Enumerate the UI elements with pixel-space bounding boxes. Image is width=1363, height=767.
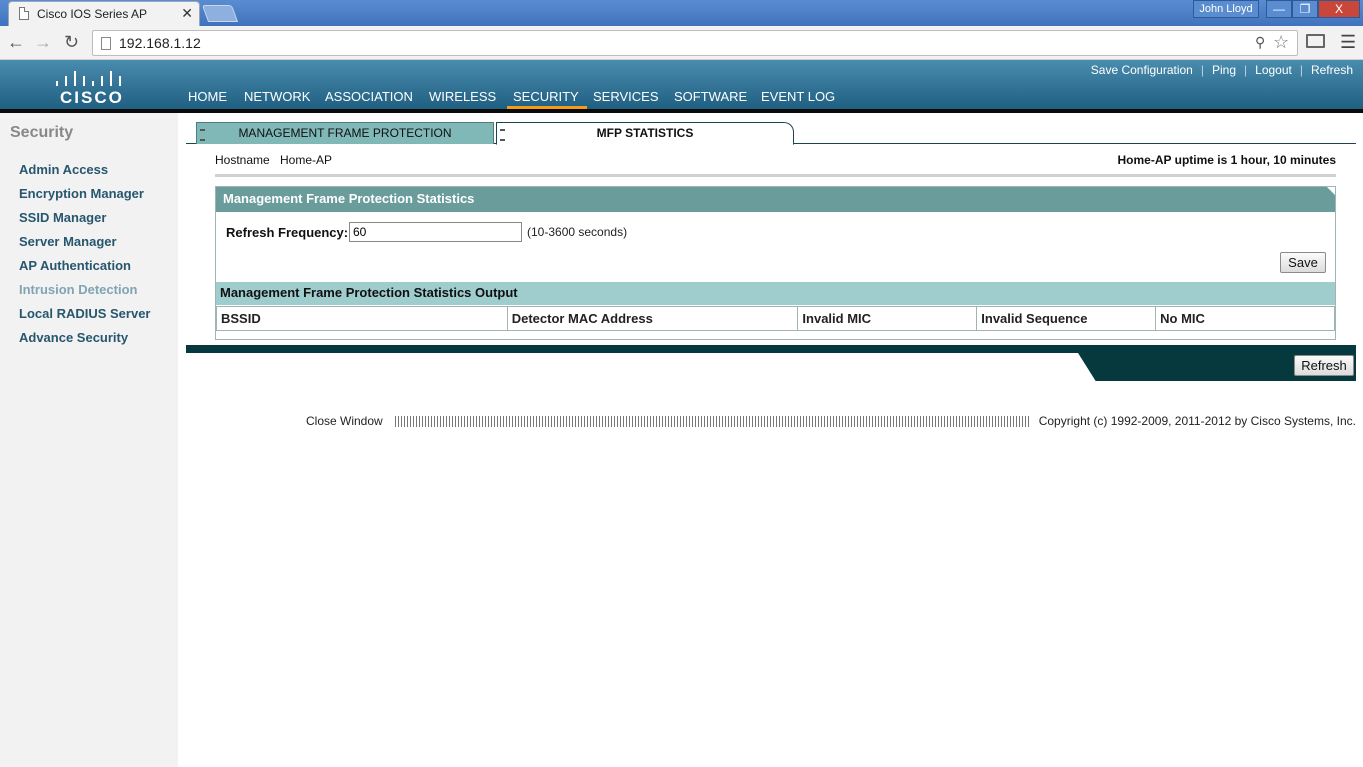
nav-event-log[interactable]: EVENT LOG xyxy=(761,89,835,104)
statistics-table: BSSID Detector MAC Address Invalid MIC I… xyxy=(216,306,1335,331)
address-bar[interactable]: 192.168.1.12 ⚲ ☆ xyxy=(92,30,1298,56)
logo-text: CISCO xyxy=(60,88,124,107)
close-window-icon[interactable]: X xyxy=(1318,0,1360,18)
browser-toolbar: ← → ↻ 192.168.1.12 ⚲ ☆ ☰ xyxy=(0,26,1363,60)
key-icon[interactable]: ⚲ xyxy=(1255,34,1265,51)
sidebar-item-admin-access[interactable]: Admin Access xyxy=(19,162,108,177)
page-icon xyxy=(19,7,29,20)
tab-grip-icon xyxy=(200,129,205,141)
col-no-mic: No MIC xyxy=(1155,306,1335,331)
profile-user-button[interactable]: John Lloyd xyxy=(1193,0,1259,18)
panel-title: Management Frame Protection Statistics xyxy=(216,187,1335,212)
nav-services[interactable]: SERVICES xyxy=(593,89,659,104)
copyright-text: Copyright (c) 1992-2009, 2011-2012 by Ci… xyxy=(1038,414,1356,428)
output-title: Management Frame Protection Statistics O… xyxy=(216,282,1335,305)
browser-tab[interactable]: Cisco IOS Series AP ✕ xyxy=(8,1,200,26)
nav-network[interactable]: NETWORK xyxy=(244,89,310,104)
page-icon xyxy=(101,37,111,50)
refresh-frequency-input[interactable] xyxy=(349,222,522,242)
back-arrow-icon[interactable]: ← xyxy=(7,32,25,53)
top-links: Save Configuration | Ping | Logout | Refresh xyxy=(1090,63,1353,77)
nav-software[interactable]: SOFTWARE xyxy=(674,89,747,104)
refresh-frequency-range: (10-3600 seconds) xyxy=(527,225,628,239)
bookmark-star-icon[interactable]: ☆ xyxy=(1273,32,1289,53)
browser-titlebar: Cisco IOS Series AP ✕ John Lloyd — ❐ X xyxy=(0,0,1363,26)
ping-link[interactable]: Ping xyxy=(1212,63,1236,77)
url-text: 192.168.1.12 xyxy=(119,35,201,51)
reload-icon[interactable]: ↻ xyxy=(64,32,79,53)
tab-label: MFP STATISTICS xyxy=(596,126,694,140)
tab-management-frame-protection[interactable]: MANAGEMENT FRAME PROTECTION xyxy=(196,122,494,144)
logout-link[interactable]: Logout xyxy=(1255,63,1292,77)
host-info: Hostname Home-AP Home-AP uptime is 1 hou… xyxy=(215,153,1336,177)
forward-arrow-icon[interactable]: → xyxy=(34,32,52,53)
tab-close-icon[interactable]: ✕ xyxy=(181,5,193,22)
tab-title: Cisco IOS Series AP xyxy=(37,7,148,21)
sidebar-item-ap-authentication[interactable]: AP Authentication xyxy=(19,258,131,273)
footer-bar xyxy=(186,345,1356,381)
col-invalid-mic: Invalid MIC xyxy=(797,306,978,331)
sidebar: Security Admin Access Encryption Manager… xyxy=(0,113,178,767)
sidebar-item-ssid-manager[interactable]: SSID Manager xyxy=(19,210,106,225)
nav-association[interactable]: ASSOCIATION xyxy=(325,89,413,104)
restore-icon[interactable]: ❐ xyxy=(1292,0,1318,18)
sidebar-item-intrusion-detection[interactable]: Intrusion Detection xyxy=(19,282,137,297)
nav-wireless[interactable]: WIRELESS xyxy=(429,89,496,104)
cast-icon[interactable] xyxy=(1306,34,1325,48)
hostname-label: Hostname xyxy=(215,153,270,167)
minimize-icon[interactable]: — xyxy=(1266,0,1292,18)
table-header-row: BSSID Detector MAC Address Invalid MIC I… xyxy=(216,306,1335,331)
tab-grip-icon xyxy=(500,129,505,141)
new-tab-button[interactable] xyxy=(201,5,239,22)
content-tabs: MANAGEMENT FRAME PROTECTION MFP STATISTI… xyxy=(186,122,1356,145)
cisco-logo: CISCO xyxy=(54,66,126,107)
tab-mfp-statistics[interactable]: MFP STATISTICS xyxy=(496,122,794,145)
nav-security[interactable]: SECURITY xyxy=(507,89,587,110)
sidebar-title: Security xyxy=(10,124,74,141)
mfp-statistics-panel: Management Frame Protection Statistics R… xyxy=(215,186,1336,340)
save-configuration-link[interactable]: Save Configuration xyxy=(1091,63,1193,77)
close-window-link[interactable]: Close Window xyxy=(306,414,383,428)
save-button[interactable]: Save xyxy=(1280,252,1326,273)
menu-icon[interactable]: ☰ xyxy=(1340,32,1356,53)
app-header: CISCO Save Configuration | Ping | Logout | Ref… xyxy=(0,60,1363,113)
nav-home[interactable]: HOME xyxy=(188,89,227,104)
page-footer: Close Window Copyright (c) 1992-2009, 20… xyxy=(306,413,1356,429)
refresh-button[interactable]: Refresh xyxy=(1294,355,1354,376)
uptime-text: Home-AP uptime is 1 hour, 10 minutes xyxy=(1117,153,1337,167)
hostname-value: Home-AP xyxy=(280,153,333,167)
sidebar-item-advance-security[interactable]: Advance Security xyxy=(19,330,128,345)
tab-label: MANAGEMENT FRAME PROTECTION xyxy=(238,126,452,140)
col-detector-mac: Detector MAC Address xyxy=(506,306,799,331)
sidebar-item-encryption-manager[interactable]: Encryption Manager xyxy=(19,186,144,201)
refresh-frequency-label: Refresh Frequency: xyxy=(226,225,349,240)
sidebar-item-local-radius-server[interactable]: Local RADIUS Server xyxy=(19,306,151,321)
refresh-link[interactable]: Refresh xyxy=(1311,63,1353,77)
col-invalid-sequence: Invalid Sequence xyxy=(976,306,1157,331)
sidebar-item-server-manager[interactable]: Server Manager xyxy=(19,234,117,249)
cisco-bars-icon xyxy=(54,66,124,86)
footer-divider xyxy=(395,416,1031,427)
col-bssid: BSSID xyxy=(216,306,508,331)
